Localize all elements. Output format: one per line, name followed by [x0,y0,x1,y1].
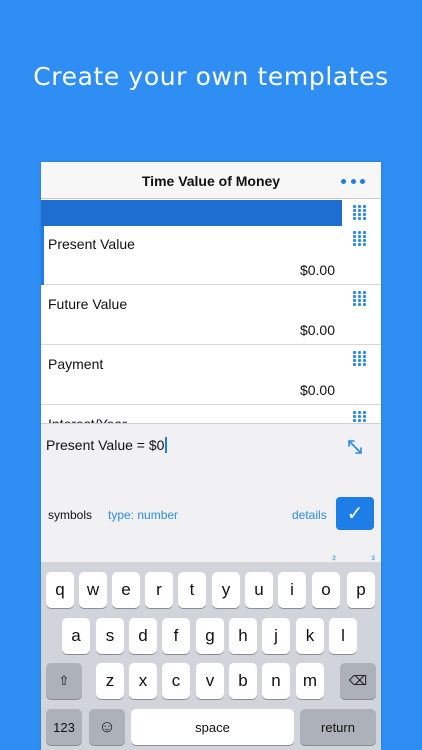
drag-handle-icon[interactable] [353,231,366,247]
confirm-button[interactable]: ✓ [336,497,374,530]
key-b[interactable]: b [229,663,257,699]
key-f[interactable]: f [162,618,190,654]
delete-icon: ⌫ [348,673,368,688]
expand-icon[interactable] [348,440,362,454]
emoji-icon: ☺ [98,717,116,736]
key-q[interactable]: q [46,572,74,608]
field-label: Payment [48,356,104,372]
key-g[interactable]: g [196,618,224,654]
field-value: $0.00 [299,262,335,278]
delete-key[interactable]: ⌫ [340,663,376,699]
key-w[interactable]: w [79,572,107,608]
key-t[interactable]: t [178,572,206,608]
key-o[interactable]: o [312,572,340,608]
key-r[interactable]: r [145,572,173,608]
field-payment[interactable]: Payment $0.00 [41,346,381,405]
key-m[interactable]: m [296,663,324,699]
field-value: $0.00 [299,382,335,398]
key-s[interactable]: s [96,618,124,654]
key-x[interactable]: x [129,663,157,699]
text-caret [165,437,167,453]
checkmark-icon: ✓ [346,503,364,525]
key-e[interactable]: e [112,572,140,608]
key-k[interactable]: k [296,618,324,654]
selected-row[interactable] [41,200,381,226]
space-key[interactable]: space [131,709,294,745]
navigation-bar: Time Value of Money [41,162,381,199]
ellipsis-icon[interactable] [341,179,365,185]
key-i[interactable]: i [278,572,306,608]
nav-title: Time Value of Money [141,173,281,189]
headline: Create your own templates [33,62,389,91]
numbers-key[interactable]: 123 [46,709,82,745]
keyboard: q w e r t y u i o p a s d f g h j k l ⇧ … [41,562,381,750]
field-present-value[interactable]: Present Value $0.00 [41,226,381,285]
expression-input[interactable]: Present Value = $0 [46,437,167,453]
key-y[interactable]: y [212,572,240,608]
shift-icon: ⇧ [58,673,70,688]
key-l[interactable]: l [329,618,357,654]
field-value: $0.00 [299,322,335,338]
shift-key[interactable]: ⇧ [46,663,82,699]
selection-highlight [41,200,342,226]
key-c[interactable]: c [162,663,190,699]
key-a[interactable]: a [62,618,90,654]
type-selector[interactable]: type: number [108,508,178,522]
key-j[interactable]: j [262,618,290,654]
symbols-tab[interactable]: symbols [48,508,92,522]
app-screen: Time Value of Money Present Value $0.00 … [41,162,381,750]
formula-editor: Present Value = $0 symbols type: number … [41,423,381,553]
return-key[interactable]: return [300,709,376,745]
emoji-key[interactable]: ☺ [89,709,125,745]
key-n[interactable]: n [262,663,290,699]
key-d[interactable]: d [129,618,157,654]
drag-handle-icon[interactable] [353,351,366,367]
key-h[interactable]: h [229,618,257,654]
field-label: Present Value [48,236,135,252]
key-v[interactable]: v [196,663,224,699]
key-z[interactable]: z [96,663,124,699]
details-link[interactable]: details [292,508,327,522]
drag-handle-icon[interactable] [353,291,366,307]
field-label: Future Value [48,296,128,312]
drag-handle-icon[interactable] [353,205,366,221]
key-p[interactable]: p [347,572,375,608]
key-u[interactable]: u [245,572,273,608]
field-future-value[interactable]: Future Value $0.00 [41,286,381,345]
expression-text: Present Value = $0 [46,437,165,453]
